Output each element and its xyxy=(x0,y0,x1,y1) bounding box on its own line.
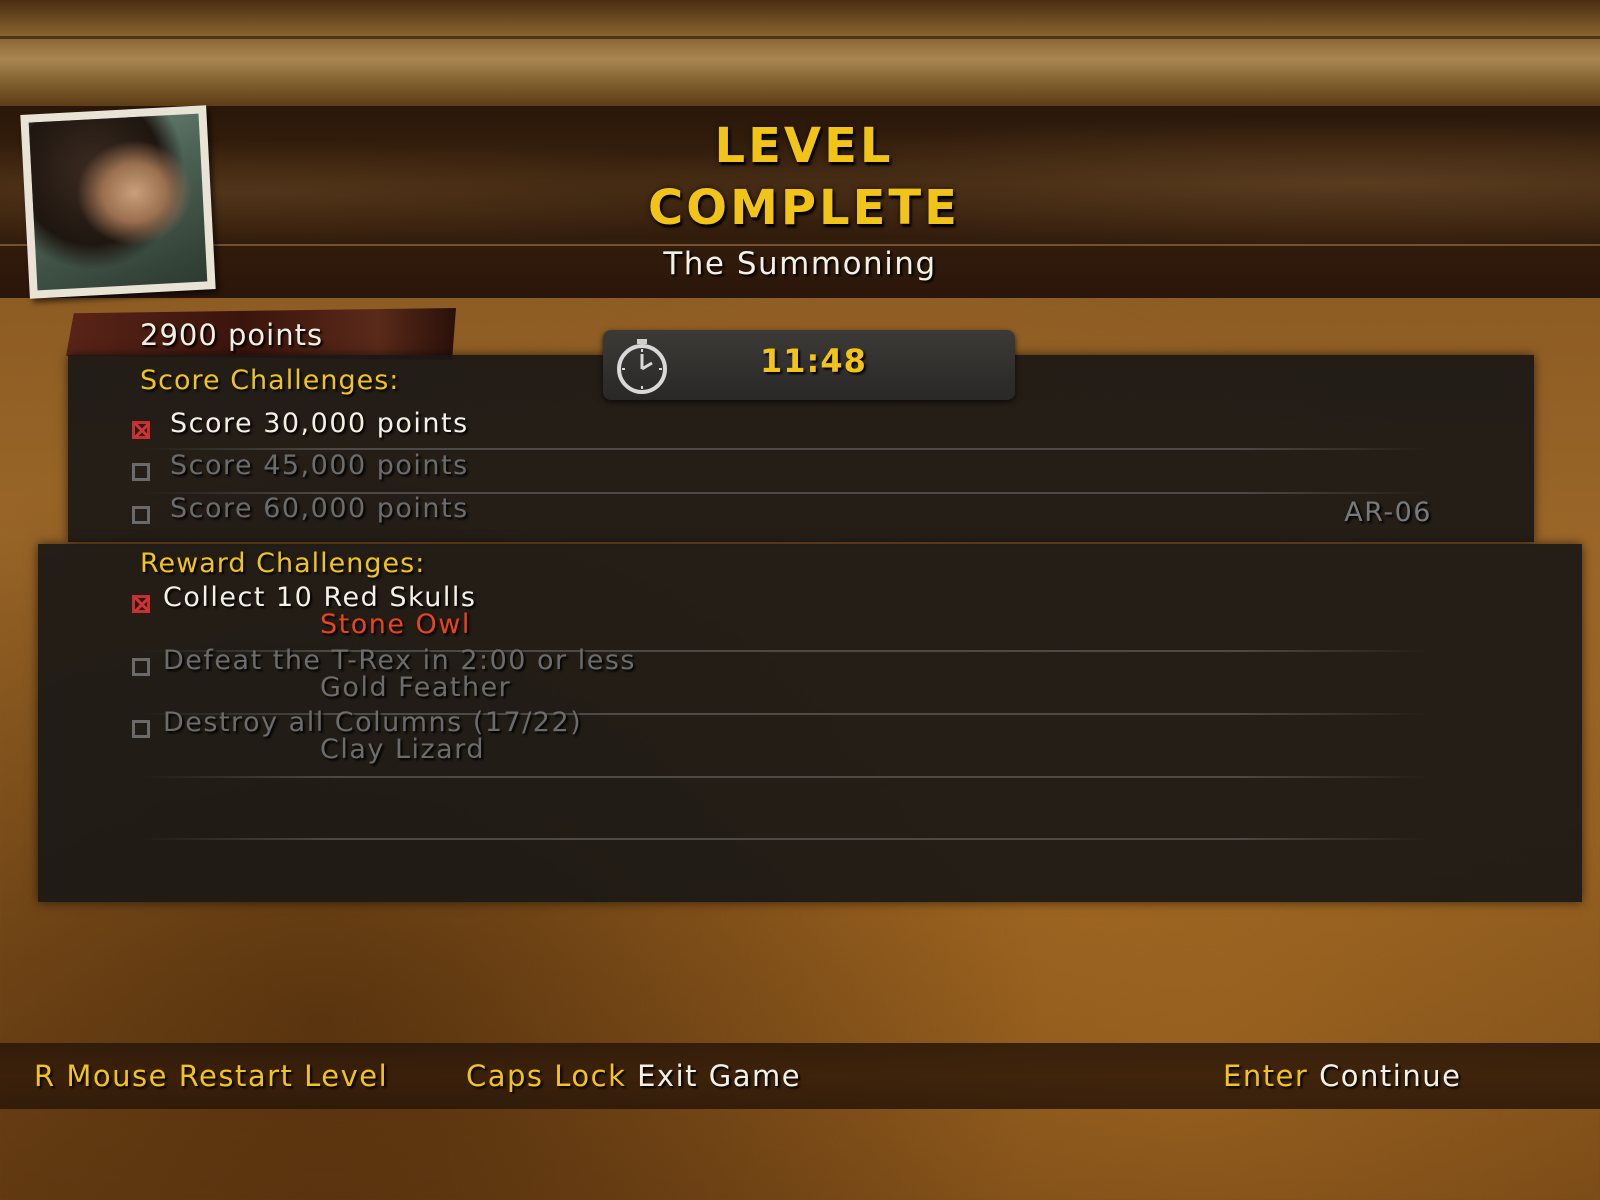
score-challenge-1: Score 30,000 points xyxy=(170,408,469,439)
score-challenge-3: Score 60,000 points xyxy=(170,493,469,524)
score-challenge-2: Score 45,000 points xyxy=(170,450,469,481)
exit-game-button[interactable]: Caps Lock Exit Game xyxy=(466,1059,801,1093)
reward-item-1: Stone Owl xyxy=(320,609,471,640)
restart-level-button[interactable]: R Mouse Restart Level xyxy=(34,1059,388,1093)
level-name: The Summoning xyxy=(663,246,937,282)
reward-item-2: Gold Feather xyxy=(320,672,512,703)
restart-action: Restart Level xyxy=(178,1059,389,1093)
continue-action: Continue xyxy=(1319,1059,1462,1093)
reward-challenges-heading: Reward Challenges: xyxy=(140,548,426,579)
continue-button[interactable]: Enter Continue xyxy=(1223,1059,1461,1093)
row-divider xyxy=(140,776,1430,778)
checkbox-empty-icon xyxy=(132,506,150,524)
restart-key: R Mouse xyxy=(34,1059,168,1093)
timer-value: 11:48 xyxy=(760,342,867,380)
row-divider xyxy=(140,838,1430,840)
continue-key: Enter xyxy=(1223,1059,1309,1093)
checkbox-checked-icon xyxy=(132,421,150,439)
portrait-image xyxy=(28,113,208,291)
score-challenges-heading: Score Challenges: xyxy=(140,365,400,396)
exit-key: Caps Lock xyxy=(466,1059,627,1093)
exit-action: Exit Game xyxy=(637,1059,802,1093)
stopwatch-icon xyxy=(617,339,667,394)
level-code: AR-06 xyxy=(1344,497,1432,528)
checkbox-checked-icon xyxy=(132,595,150,613)
title-complete: COMPLETE xyxy=(648,180,960,236)
top-paper-strip xyxy=(0,0,1600,108)
points-total: 2900 points xyxy=(140,318,324,352)
reward-item-3: Clay Lizard xyxy=(320,734,485,765)
checkbox-empty-icon xyxy=(132,658,150,676)
checkbox-empty-icon xyxy=(132,720,150,738)
checkbox-empty-icon xyxy=(132,463,150,481)
title-level: LEVEL xyxy=(714,118,894,174)
character-portrait xyxy=(20,105,216,299)
